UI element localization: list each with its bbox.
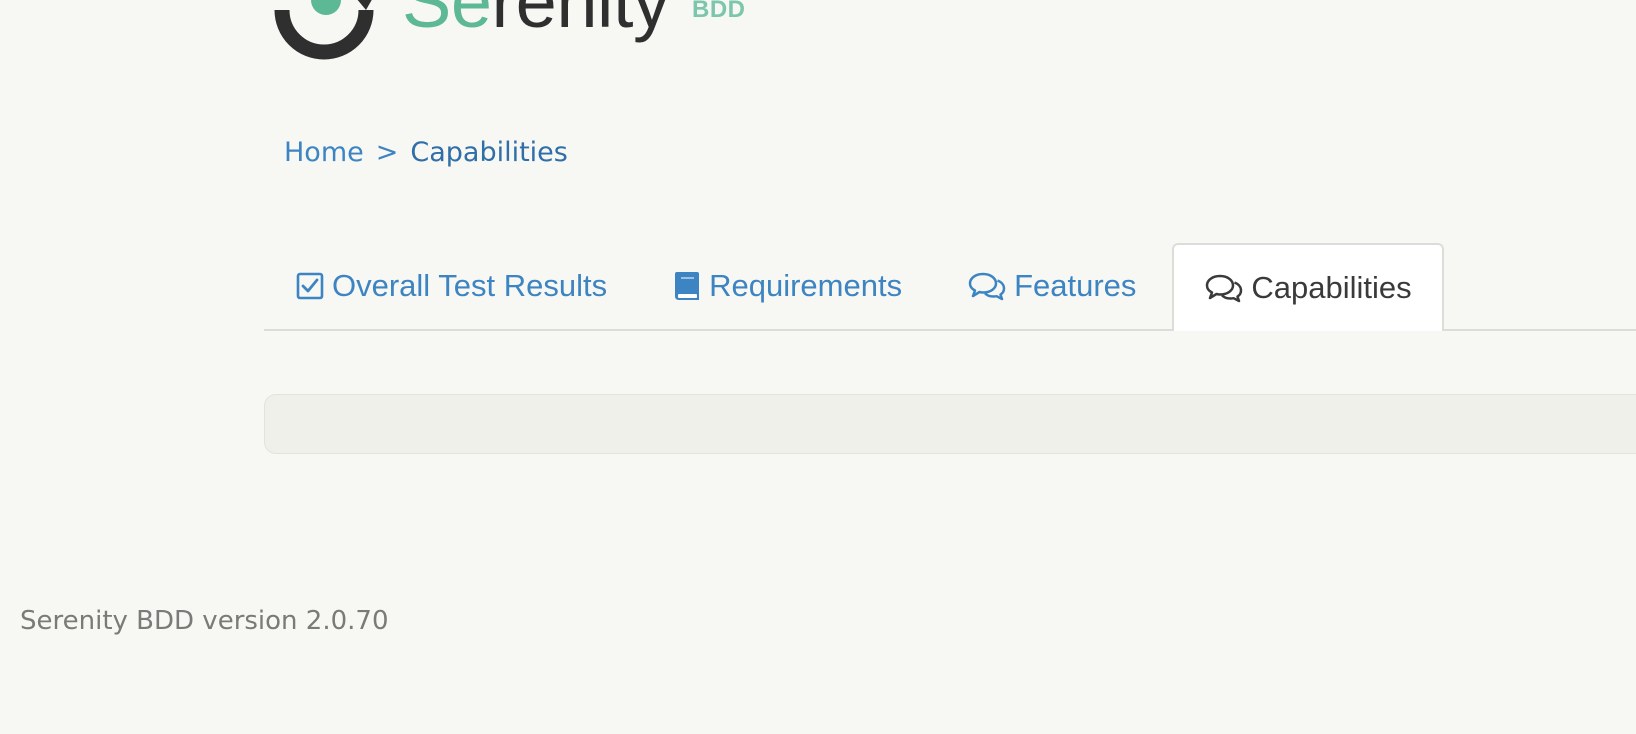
content-panel (264, 394, 1636, 454)
logo-wordmark: Serenity BDD (402, 0, 782, 60)
tab-label: Capabilities (1251, 270, 1412, 305)
version-footer: Serenity BDD version 2.0.70 (20, 606, 389, 636)
report-tabs: Overall Test Results Requirements Featur… (264, 240, 1636, 331)
breadcrumb-home-link[interactable]: Home (284, 137, 364, 168)
checkbox-icon (296, 271, 324, 301)
logo-text-rest: renity (491, 0, 670, 43)
serenity-logo: Serenity BDD (270, 0, 770, 60)
tab-requirements[interactable]: Requirements (640, 243, 935, 329)
tab-capabilities[interactable]: Capabilities (1172, 243, 1444, 331)
comments-icon (1205, 273, 1243, 303)
breadcrumb-current-link[interactable]: Capabilities (410, 137, 568, 168)
tab-overall-test-results[interactable]: Overall Test Results (264, 243, 640, 329)
logo-text: Serenity (402, 0, 670, 47)
tab-label: Requirements (709, 268, 903, 303)
breadcrumb: Home > Capabilities (284, 135, 568, 171)
serenity-logo-icon (274, 0, 374, 60)
comments-icon (968, 271, 1006, 301)
tab-features[interactable]: Features (935, 243, 1169, 329)
tab-label: Overall Test Results (332, 268, 608, 303)
breadcrumb-separator: > (375, 137, 399, 168)
book-icon (673, 270, 701, 302)
tab-label: Features (1014, 268, 1137, 303)
logo-text-accent: Se (402, 0, 492, 43)
logo-badge: BDD (692, 0, 746, 23)
